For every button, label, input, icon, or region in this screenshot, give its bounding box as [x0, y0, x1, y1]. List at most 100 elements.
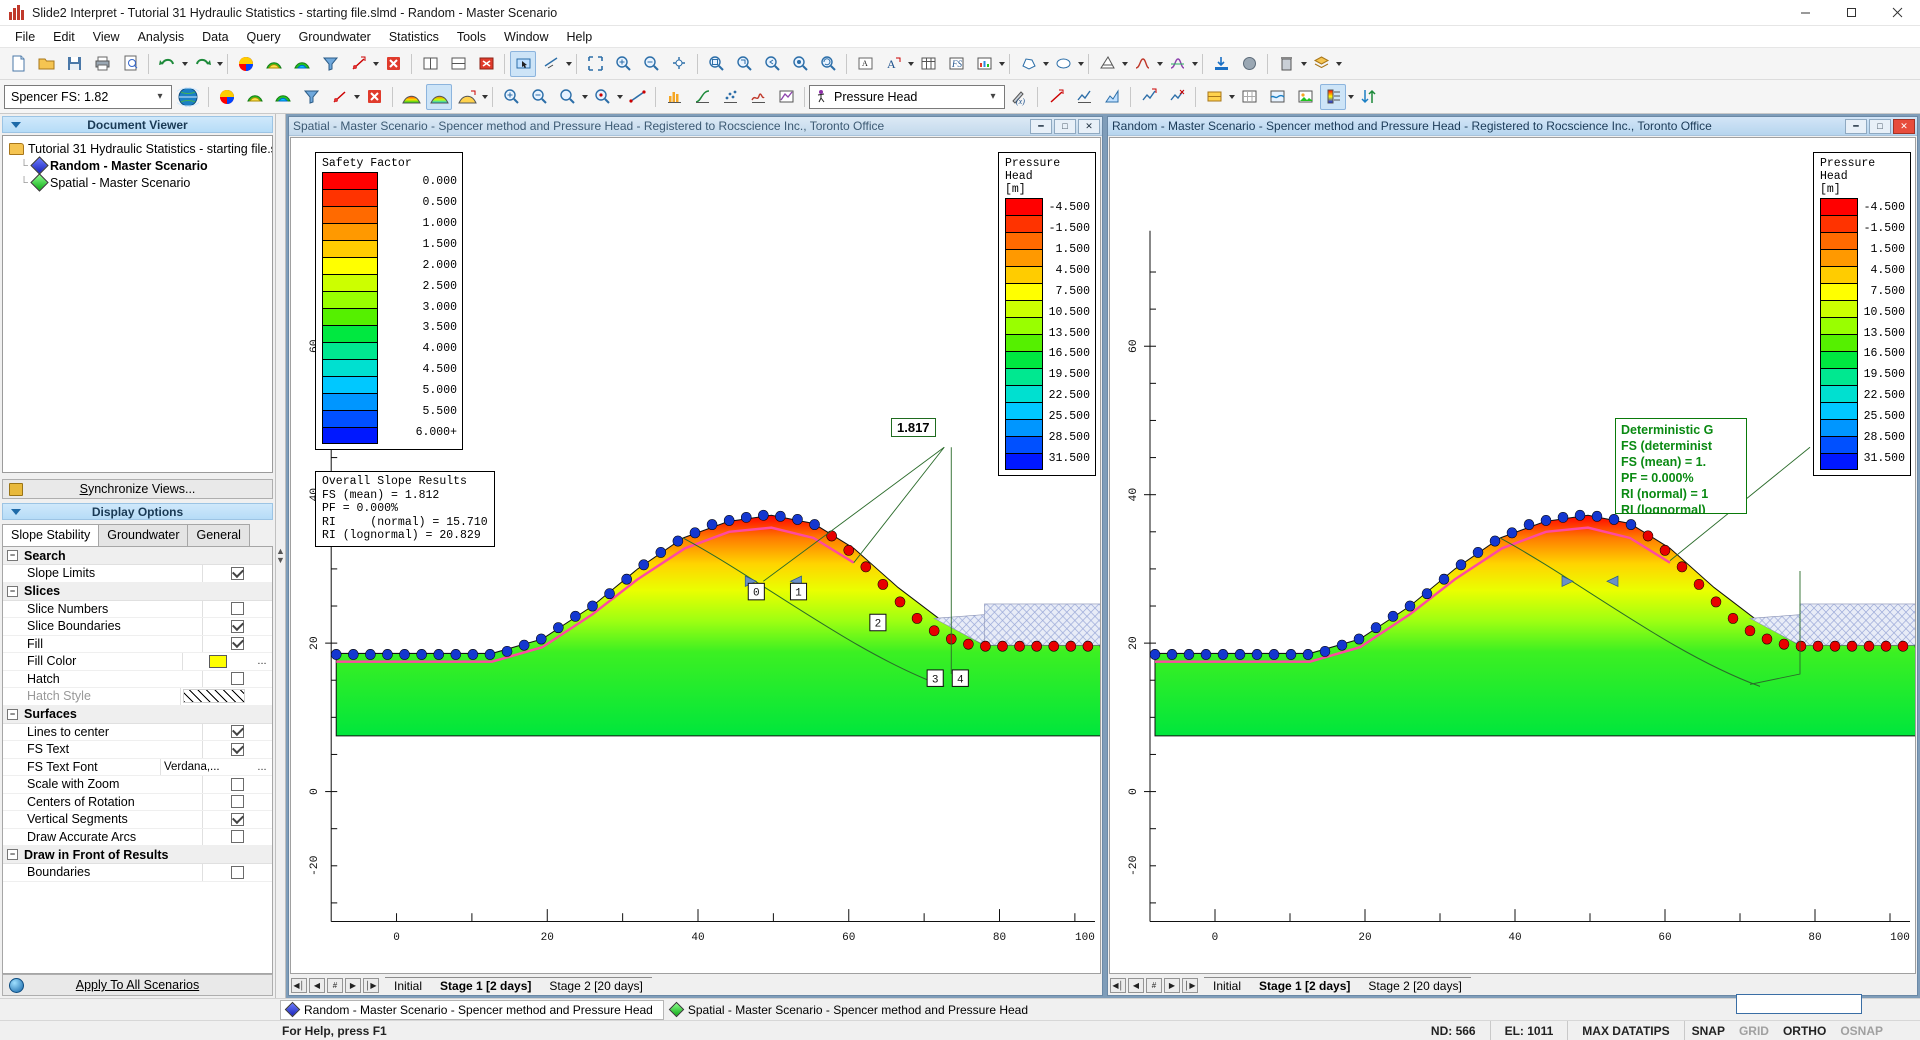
remove-stage-icon[interactable] [1164, 84, 1190, 110]
graph-multi-icon[interactable] [1164, 51, 1190, 77]
property-value[interactable] [182, 653, 252, 670]
formula-icon[interactable]: FS [943, 51, 969, 77]
layers-dropdown-icon[interactable] [1336, 61, 1342, 66]
result-chevron-down-icon[interactable]: ▾ [984, 91, 1002, 102]
property-group-surfaces[interactable]: − Surfaces [3, 705, 272, 724]
plot-canvas-random[interactable]: 0 20 40 60 80 100 60 40 20 0 -20 Determi… [1109, 137, 1916, 974]
query-point-icon[interactable] [589, 84, 615, 110]
property-value[interactable] [202, 741, 272, 758]
display-options-list[interactable]: − Search Slope Limits − Slices Slice Numbers S… [2, 546, 273, 974]
random-stage-1[interactable]: Stage 1 [2 days] [1250, 977, 1360, 995]
menu-window[interactable]: Window [495, 28, 557, 46]
add-data-icon[interactable] [345, 51, 371, 77]
add-stage-icon[interactable] [1136, 84, 1162, 110]
split-vertical-icon[interactable] [445, 51, 471, 77]
graph-multi-dropdown-icon[interactable] [1192, 61, 1198, 66]
random-minimize-button[interactable]: ━ [1845, 118, 1867, 134]
menu-help[interactable]: Help [558, 28, 602, 46]
checkbox-checked-icon[interactable] [231, 725, 244, 739]
property-row[interactable]: Slice Numbers [3, 600, 272, 618]
window-tab-random[interactable]: Random - Master Scenario - Spencer metho… [280, 999, 664, 1020]
property-value[interactable] [202, 811, 272, 828]
checkbox-unchecked-icon[interactable] [231, 865, 244, 879]
contour-lines-icon[interactable] [270, 84, 296, 110]
pressure-head-legend-spatial[interactable]: Pressure Head [m] -4.500 -1.500 1.500 4.500… [998, 152, 1096, 476]
sphere-icon[interactable] [1236, 51, 1262, 77]
area-graph-icon[interactable] [1099, 84, 1125, 110]
checkbox-checked-icon[interactable] [231, 742, 244, 756]
zoom-in-icon[interactable] [610, 51, 636, 77]
property-row[interactable]: Vertical Segments [3, 811, 272, 829]
contour-fill-icon[interactable] [289, 51, 315, 77]
color-swatch[interactable] [208, 654, 227, 668]
synchronize-views-button[interactable]: Synchronize Views... [2, 479, 273, 499]
property-row[interactable]: Hatch Style [3, 688, 272, 706]
sensitivity-icon[interactable] [773, 84, 799, 110]
chart-icon[interactable] [971, 51, 997, 77]
property-value[interactable] [202, 565, 272, 582]
property-value[interactable] [202, 723, 272, 740]
contour-mode-icon[interactable] [242, 84, 268, 110]
tree-item-random[interactable]: └ Random - Master Scenario [5, 156, 270, 175]
cumulative-plot-icon[interactable] [689, 84, 715, 110]
delete-icon[interactable] [380, 51, 406, 77]
splitter-down-icon[interactable]: ▼ [276, 556, 285, 565]
spatial-stage-number-button[interactable]: # [327, 977, 343, 993]
property-group-slices[interactable]: − Slices [3, 582, 272, 601]
checkbox-unchecked-icon[interactable] [231, 795, 244, 809]
pan-dropdown-icon[interactable] [566, 61, 572, 66]
menu-statistics[interactable]: Statistics [380, 28, 448, 46]
material-props-icon[interactable] [1201, 84, 1227, 110]
mdi-window-spatial[interactable]: Spatial - Master Scenario - Spencer meth… [288, 116, 1103, 996]
mdi-window-random[interactable]: Random - Master Scenario - Spencer metho… [1107, 116, 1918, 996]
display-options-header[interactable]: Display Options [2, 503, 273, 520]
slope-contour-icon[interactable] [426, 83, 452, 110]
zoom-previous-icon[interactable] [759, 51, 785, 77]
property-value[interactable]: Verdana,... [160, 758, 252, 775]
spatial-stage-initial[interactable]: Initial [385, 977, 432, 995]
checkbox-checked-icon[interactable] [231, 812, 244, 826]
property-row[interactable]: Slope Limits [3, 565, 272, 583]
polygon-icon[interactable] [1015, 51, 1041, 77]
random-close-button[interactable]: ✕ [1893, 118, 1915, 134]
ellipse-icon[interactable] [1050, 51, 1076, 77]
property-value[interactable] [202, 793, 272, 810]
fs-method-combo[interactable]: Spencer FS: 1.82 ▾ [4, 84, 172, 109]
mdi-titlebar-random[interactable]: Random - Master Scenario - Spencer metho… [1108, 117, 1917, 136]
slope-arrow-icon[interactable] [454, 84, 480, 110]
property-value[interactable] [202, 618, 272, 635]
zoom-reset-icon[interactable] [815, 51, 841, 77]
menu-analysis[interactable]: Analysis [129, 28, 194, 46]
spatial-minimize-button[interactable]: ━ [1030, 118, 1052, 134]
spatial-maximize-button[interactable]: □ [1054, 118, 1076, 134]
add-surface-dropdown-icon[interactable] [354, 94, 360, 99]
collapse-box-icon[interactable]: − [7, 550, 18, 561]
redo-dropdown-icon[interactable] [217, 61, 223, 66]
property-row[interactable]: Fill Color... [3, 653, 272, 671]
redo-icon[interactable] [189, 51, 215, 77]
convergence-plot-icon[interactable] [745, 84, 771, 110]
line-graph-icon[interactable] [1071, 84, 1097, 110]
menu-query[interactable]: Query [238, 28, 290, 46]
filter-icon[interactable] [317, 51, 343, 77]
close-view-icon[interactable] [473, 51, 499, 77]
contour-options-icon[interactable] [261, 51, 287, 77]
property-group-draw-in-front-of-results[interactable]: − Draw in Front of Results [3, 846, 272, 864]
property-value[interactable] [202, 635, 272, 652]
result-type-combo[interactable]: Pressure Head ▾ [809, 84, 1005, 109]
checkbox-unchecked-icon[interactable] [231, 830, 244, 844]
ellipse-dropdown-icon[interactable] [1078, 61, 1084, 66]
property-group-search[interactable]: − Search [3, 547, 272, 565]
random-next-stage-button[interactable]: ▶ [1164, 977, 1180, 993]
slope-arrow-dropdown-icon[interactable] [482, 94, 488, 99]
property-row[interactable]: Hatch [3, 670, 272, 688]
random-stage-initial[interactable]: Initial [1204, 977, 1251, 995]
show-values-icon[interactable] [1043, 84, 1069, 110]
property-value[interactable] [202, 670, 272, 687]
property-row[interactable]: Slice Boundaries [3, 618, 272, 636]
scatter-plot-icon[interactable] [717, 84, 743, 110]
random-maximize-button[interactable]: □ [1869, 118, 1891, 134]
random-stage-number-button[interactable]: # [1146, 977, 1162, 993]
spatial-stage-1[interactable]: Stage 1 [2 days] [431, 977, 541, 995]
color-fill-icon[interactable] [233, 51, 259, 77]
